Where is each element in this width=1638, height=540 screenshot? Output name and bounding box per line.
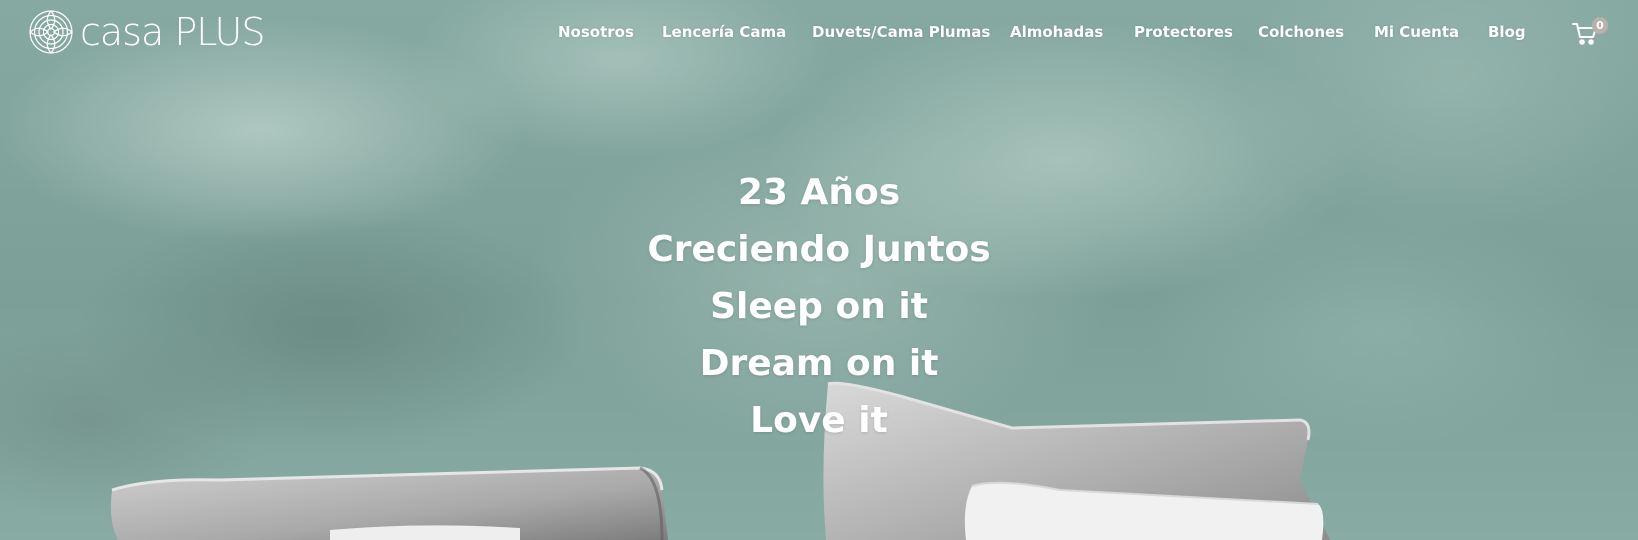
nav-item-protectores[interactable]: Protectores [1134,20,1233,44]
hero-headline: 23 Años Creciendo Juntos Sleep on it Dre… [0,164,1638,449]
nav-item-lenceria-cama[interactable]: Lencería Cama [662,20,786,44]
nav-item-nosotros[interactable]: Nosotros [558,20,634,44]
nav-item-blog[interactable]: Blog [1488,20,1526,44]
headline-line-years: 23 Años [737,172,901,213]
main-navigation: Nosotros Lencería Cama Duvets/Cama Pluma… [0,20,1638,44]
nav-item-duvets-cama-plumas[interactable]: Duvets/Cama Plumas [812,20,990,44]
headline-line-growing: Creciendo Juntos [647,229,991,270]
hero-banner: casa PLUS Nosotros Lencería Cama Duvets/… [0,0,1638,540]
nav-item-colchones[interactable]: Colchones [1258,20,1344,44]
nav-item-almohadas[interactable]: Almohadas [1010,20,1103,44]
headline-line-dream: Dream on it [699,343,939,384]
cart-count-badge: 0 [1592,17,1608,34]
headline-line-love: Love it [750,400,888,441]
headline-line-sleep: Sleep on it [710,286,928,327]
nav-item-mi-cuenta[interactable]: Mi Cuenta [1374,20,1459,44]
